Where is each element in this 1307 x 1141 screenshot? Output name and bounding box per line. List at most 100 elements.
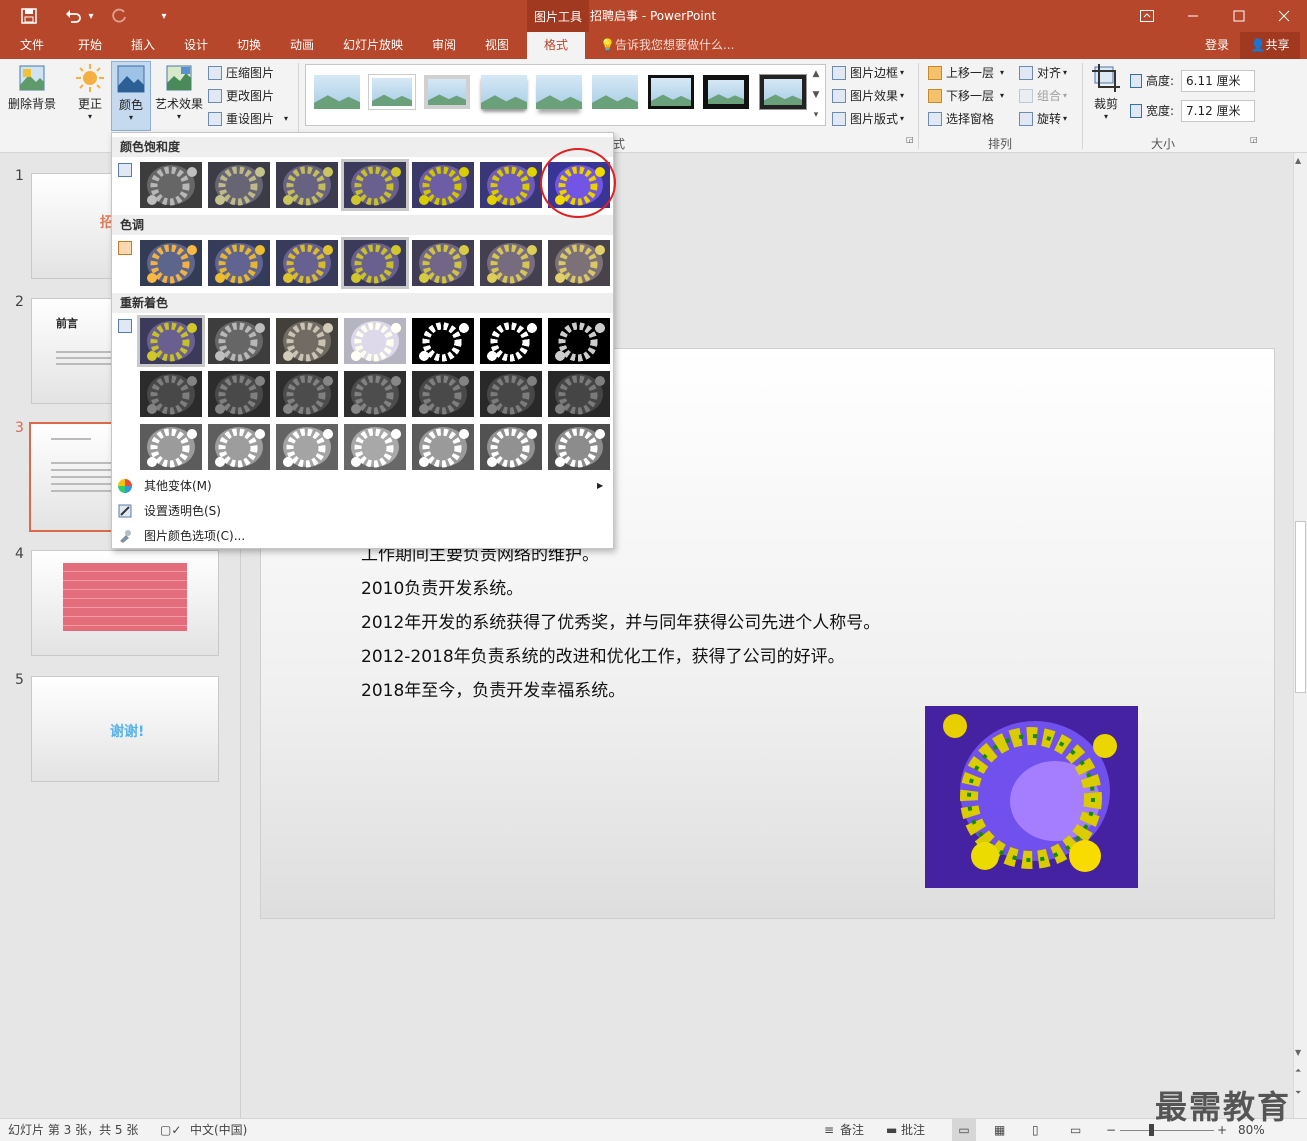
picture-border-button[interactable]: 图片边框 ▾ — [832, 63, 904, 83]
color-swatch[interactable] — [480, 424, 542, 470]
color-swatch[interactable] — [480, 371, 542, 417]
prev-slide-icon[interactable]: ⏶ — [1295, 1066, 1301, 1076]
tab-transitions[interactable]: 切换 — [225, 32, 273, 59]
tab-review[interactable]: 审阅 — [420, 32, 468, 59]
minimize-icon[interactable] — [1170, 0, 1216, 32]
style-thumb[interactable] — [481, 75, 527, 109]
zoom-slider[interactable] — [1120, 1130, 1214, 1131]
comments-button[interactable]: 批注 — [901, 1119, 925, 1141]
color-swatch[interactable] — [412, 318, 474, 364]
style-thumb[interactable] — [760, 75, 806, 109]
share-button[interactable]: 👤共享 — [1240, 32, 1300, 59]
color-swatch[interactable] — [276, 318, 338, 364]
ribbon-display-icon[interactable] — [1124, 0, 1170, 32]
group-button[interactable]: 组合 ▾ — [1019, 86, 1067, 106]
width-input[interactable]: 7.12 厘米 — [1181, 100, 1255, 122]
slide-thumbnail[interactable] — [31, 550, 219, 656]
zoom-slider-thumb[interactable] — [1149, 1124, 1154, 1136]
color-swatch[interactable] — [412, 162, 474, 208]
color-swatch[interactable] — [548, 371, 610, 417]
slide-thumbnail[interactable]: 谢谢! — [31, 676, 219, 782]
align-button[interactable]: 对齐 ▾ — [1019, 63, 1067, 83]
change-picture-button[interactable]: 更改图片 — [208, 86, 274, 106]
color-swatch[interactable] — [412, 424, 474, 470]
style-thumb[interactable] — [648, 75, 694, 109]
close-icon[interactable] — [1261, 0, 1307, 32]
height-input[interactable]: 6.11 厘米 — [1181, 70, 1255, 92]
color-swatch[interactable] — [480, 162, 542, 208]
tab-design[interactable]: 设计 — [172, 32, 220, 59]
zoom-out-icon[interactable]: − — [1106, 1119, 1116, 1141]
styles-dialog-launcher-icon[interactable]: ◲ — [906, 135, 914, 144]
color-swatch[interactable] — [140, 162, 202, 208]
maximize-icon[interactable] — [1216, 0, 1262, 32]
style-thumb[interactable] — [424, 75, 470, 109]
rotate-button[interactable]: 旋转 ▾ — [1019, 109, 1067, 129]
style-thumb[interactable] — [703, 75, 749, 109]
tab-insert[interactable]: 插入 — [119, 32, 167, 59]
artistic-effects-button[interactable]: 艺术效果 ▾ — [154, 63, 204, 121]
color-swatch[interactable] — [412, 240, 474, 286]
style-thumb[interactable] — [314, 75, 360, 109]
color-swatch[interactable] — [344, 424, 406, 470]
size-dialog-launcher-icon[interactable]: ◲ — [1250, 135, 1258, 144]
slide-body-line[interactable]: 2010负责开发系统。 — [361, 574, 523, 599]
color-swatch[interactable] — [208, 318, 270, 364]
undo-icon[interactable] — [60, 4, 86, 28]
reset-picture-button[interactable]: 重设图片 ▾ — [208, 109, 288, 129]
crop-button[interactable]: 裁剪 ▾ — [1090, 63, 1122, 121]
scroll-down-icon[interactable]: ▼ — [1295, 1048, 1301, 1057]
notes-button[interactable]: 备注 — [840, 1119, 864, 1141]
color-swatch[interactable] — [276, 424, 338, 470]
more-variations-menu-item[interactable]: 其他变体(M) ▶ — [112, 474, 613, 498]
slide-sorter-icon[interactable]: ▦ — [994, 1119, 1005, 1141]
color-button[interactable]: 颜色 ▾ — [111, 61, 151, 131]
tab-home[interactable]: 开始 — [66, 32, 114, 59]
language-indicator[interactable]: 中文(中国) — [190, 1119, 247, 1141]
style-thumb[interactable] — [536, 75, 582, 109]
color-swatch[interactable] — [208, 240, 270, 286]
scroll-up-icon[interactable]: ▲ — [1295, 156, 1301, 165]
spellcheck-icon[interactable]: ▢✓ — [160, 1119, 181, 1141]
next-slide-icon[interactable]: ⏷ — [1295, 1088, 1301, 1098]
color-swatch[interactable] — [208, 424, 270, 470]
slide-body-line[interactable]: 2012-2018年负责系统的改进和优化工作，获得了公司的好评。 — [361, 642, 845, 667]
normal-view-icon[interactable]: ▭ — [952, 1119, 976, 1141]
color-swatch[interactable] — [140, 240, 202, 286]
gallery-more-icon[interactable]: ▾ — [809, 106, 823, 124]
color-swatch[interactable] — [208, 371, 270, 417]
color-swatch[interactable] — [276, 162, 338, 208]
color-swatch[interactable] — [208, 162, 270, 208]
color-swatch[interactable] — [344, 371, 406, 417]
slide-body-line[interactable]: 2012年开发的系统获得了优秀奖，并与同年获得公司先进个人称号。 — [361, 608, 880, 633]
tell-me-box[interactable]: 💡告诉我您想要做什么... — [600, 32, 734, 59]
color-swatch[interactable] — [412, 371, 474, 417]
color-swatch[interactable] — [548, 318, 610, 364]
slideshow-icon[interactable]: ▭ — [1070, 1119, 1081, 1141]
reading-view-icon[interactable]: ▯ — [1032, 1119, 1039, 1141]
vertical-scrollbar[interactable]: ▲ ▼ ⏶ ⏷ — [1293, 153, 1307, 1118]
compress-pictures-button[interactable]: 压缩图片 — [208, 63, 274, 83]
undo-dropdown-icon[interactable]: ▾ — [86, 4, 96, 28]
tab-animations[interactable]: 动画 — [278, 32, 326, 59]
color-swatch[interactable] — [480, 318, 542, 364]
color-swatch[interactable] — [480, 240, 542, 286]
remove-background-button[interactable]: 删除背景 — [6, 63, 58, 112]
set-transparent-color-menu-item[interactable]: 设置透明色(S) — [112, 499, 613, 523]
gallery-down-icon[interactable]: ▼ — [809, 86, 823, 104]
color-swatch[interactable] — [276, 240, 338, 286]
tab-file[interactable]: 文件 — [8, 32, 56, 59]
color-swatch[interactable] — [276, 371, 338, 417]
send-backward-button[interactable]: 下移一层 ▾ — [928, 86, 1004, 106]
selection-pane-button[interactable]: 选择窗格 — [928, 109, 994, 129]
save-icon[interactable] — [16, 4, 42, 28]
tab-format[interactable]: 格式 — [527, 32, 585, 59]
color-swatch[interactable] — [548, 424, 610, 470]
style-thumb[interactable] — [592, 75, 638, 109]
color-swatch[interactable] — [548, 240, 610, 286]
gallery-up-icon[interactable]: ▲ — [809, 65, 823, 83]
slide-body-line[interactable]: 2018年至今，负责开发幸福系统。 — [361, 676, 625, 701]
flower-wreath-picture[interactable] — [925, 706, 1138, 888]
color-swatch[interactable] — [140, 371, 202, 417]
bring-forward-button[interactable]: 上移一层 ▾ — [928, 63, 1004, 83]
